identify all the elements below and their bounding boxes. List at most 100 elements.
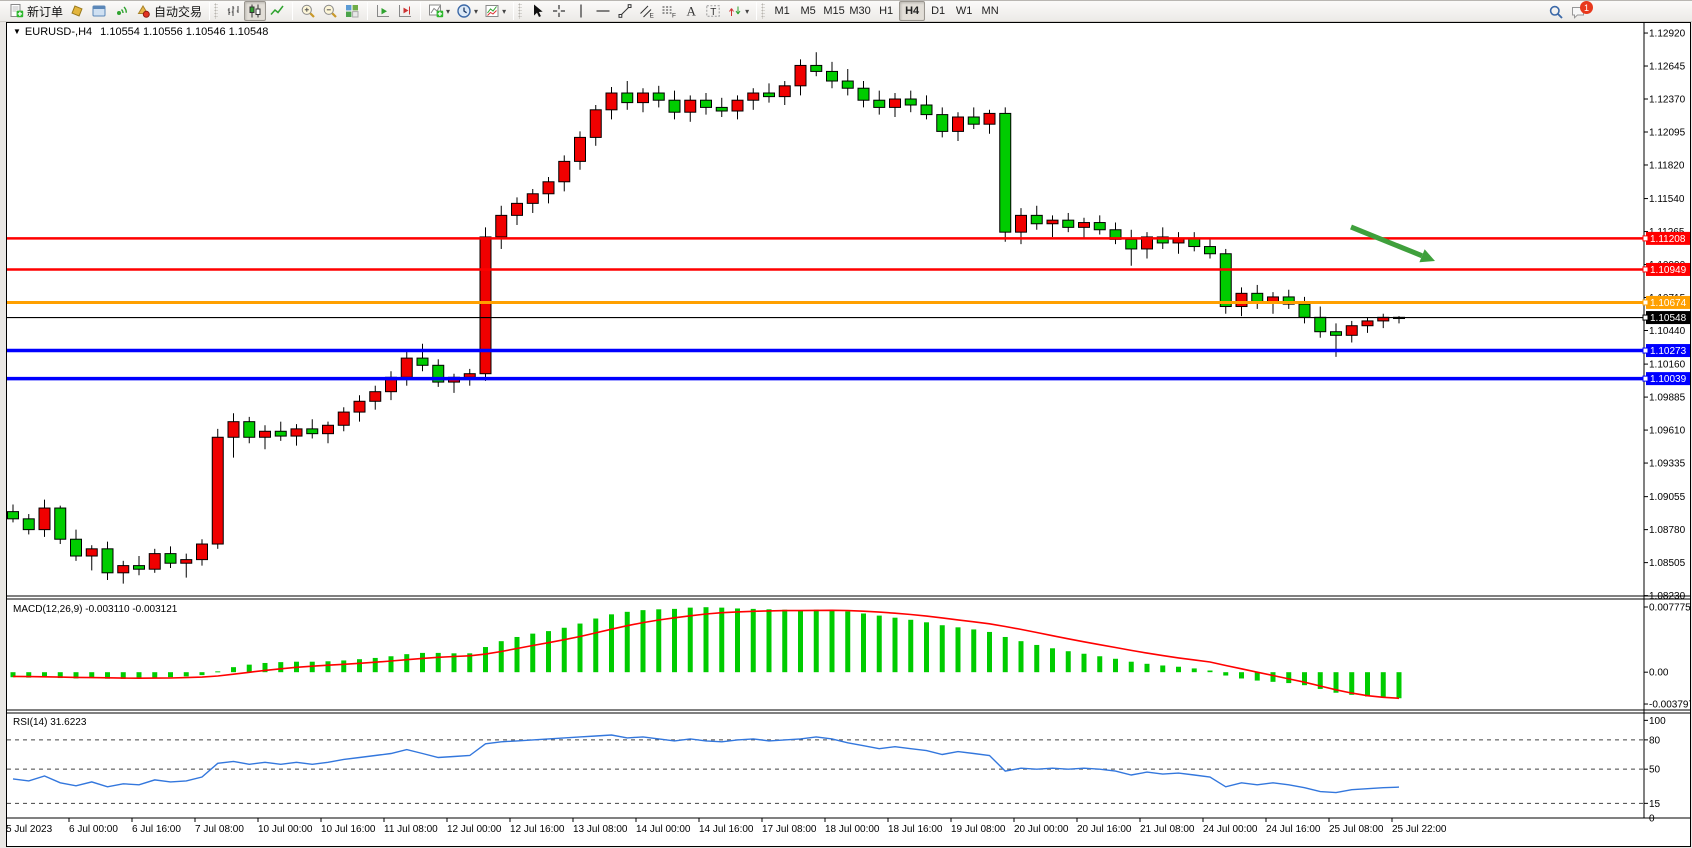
candle xyxy=(323,425,334,433)
toolbar-drag-handle[interactable] xyxy=(518,3,522,19)
horizontal-line-button[interactable] xyxy=(592,1,614,21)
toolbar-group-drawing: EFAT ▾ xyxy=(524,0,754,22)
candle xyxy=(401,358,412,377)
dropdown-caret-icon[interactable]: ▾ xyxy=(502,7,506,16)
candle xyxy=(811,65,822,71)
axis-tick-label: 0.007775 xyxy=(1649,603,1690,614)
toolbar-group-scroll xyxy=(370,0,418,22)
timeframe-d1[interactable]: D1 xyxy=(925,1,951,21)
text-label-button[interactable]: T xyxy=(702,1,724,21)
text-button[interactable]: A xyxy=(680,1,702,21)
candle xyxy=(165,554,176,564)
candle xyxy=(480,237,491,374)
candle xyxy=(102,549,113,573)
timeframe-w1[interactable]: W1 xyxy=(951,1,977,21)
candle xyxy=(1016,215,1027,232)
svg-text:1.11208: 1.11208 xyxy=(1650,234,1686,245)
candle xyxy=(685,100,696,112)
auto-scroll-button[interactable] xyxy=(372,1,394,21)
toolbar-drag-handle[interactable] xyxy=(214,3,218,19)
trendline-button[interactable] xyxy=(614,1,636,21)
candle xyxy=(260,431,271,437)
notifications-button[interactable]: 1 xyxy=(1567,2,1589,22)
candle xyxy=(638,93,649,103)
price-line-flag: 1.10548 xyxy=(1643,311,1690,324)
axis-tick-label: 50 xyxy=(1649,765,1661,776)
toolbar-separator xyxy=(756,2,757,20)
timeframe-m30[interactable]: M30 xyxy=(847,1,873,21)
date-label: 14 Jul 00:00 xyxy=(636,824,691,835)
bar-chart-button[interactable] xyxy=(222,1,244,21)
timeframe-m15[interactable]: M15 xyxy=(821,1,847,21)
indicators-button[interactable]: ▾ xyxy=(425,1,453,21)
axis-tick-label: 80 xyxy=(1649,735,1661,746)
toolbar-separator xyxy=(209,2,210,20)
timeframe-m1[interactable]: M1 xyxy=(769,1,795,21)
axis-tick-label: 1.12645 xyxy=(1649,62,1686,73)
arrows-button[interactable]: ▾ xyxy=(724,1,752,21)
price-line-flag: 1.10039 xyxy=(1643,372,1690,385)
dropdown-caret-icon[interactable]: ▾ xyxy=(745,7,749,16)
date-label: 25 Jul 22:00 xyxy=(1392,824,1447,835)
date-label: 18 Jul 00:00 xyxy=(825,824,880,835)
candle xyxy=(716,107,727,111)
fibonacci-button[interactable]: F xyxy=(658,1,680,21)
candle xyxy=(890,99,901,107)
timeframe-h1[interactable]: H1 xyxy=(873,1,899,21)
search-button[interactable] xyxy=(1545,2,1567,22)
date-label: 14 Jul 16:00 xyxy=(699,824,754,835)
candle xyxy=(1000,113,1011,232)
candle xyxy=(1236,293,1247,306)
text-icon: A xyxy=(683,3,699,19)
horizontal-lines[interactable] xyxy=(7,238,1644,378)
timeframe-mn[interactable]: MN xyxy=(977,1,1003,21)
timeframe-h4[interactable]: H4 xyxy=(899,1,925,21)
candle xyxy=(953,117,964,131)
date-label: 19 Jul 08:00 xyxy=(951,824,1006,835)
candle xyxy=(606,93,617,110)
zoom-in-icon xyxy=(300,3,316,19)
tile-windows-button[interactable] xyxy=(341,1,363,21)
templates-button[interactable]: ▾ xyxy=(481,1,509,21)
candle xyxy=(842,81,853,88)
candle xyxy=(354,401,365,412)
new-order-button[interactable]: 新订单 xyxy=(5,1,66,21)
trend-arrow-annotation[interactable] xyxy=(1351,227,1435,262)
zoom-out-button[interactable] xyxy=(319,1,341,21)
vertical-line-button[interactable] xyxy=(570,1,592,21)
candle xyxy=(1079,223,1090,228)
toolbar-drag-handle[interactable] xyxy=(761,3,765,19)
navigator-button[interactable] xyxy=(88,1,110,21)
date-label: 6 Jul 16:00 xyxy=(132,824,181,835)
auto-scroll-icon xyxy=(375,3,391,19)
svg-text:E: E xyxy=(650,13,655,20)
periods-button[interactable]: ▾ xyxy=(453,1,481,21)
axis-tick-label: 15 xyxy=(1649,799,1661,810)
chart-area[interactable]: 1.129201.126451.123701.120951.118201.115… xyxy=(7,23,1690,846)
axis-tick-label: 1.09610 xyxy=(1649,426,1686,437)
date-label: 20 Jul 00:00 xyxy=(1014,824,1069,835)
signals-button[interactable] xyxy=(110,1,132,21)
candle xyxy=(291,429,302,436)
timeframe-m5[interactable]: M5 xyxy=(795,1,821,21)
zoom-in-button[interactable] xyxy=(297,1,319,21)
cursor-button[interactable] xyxy=(526,1,548,21)
date-label: 10 Jul 00:00 xyxy=(258,824,313,835)
candle xyxy=(559,161,570,181)
autotrading-button[interactable]: 自动交易 xyxy=(132,1,205,21)
candlestick-chart-button[interactable] xyxy=(244,1,266,21)
toolbar-group-timeframes: M1M5M15M30H1H4D1W1MN xyxy=(767,0,1005,22)
chart-shift-button[interactable] xyxy=(394,1,416,21)
candle xyxy=(527,194,538,204)
axis-tick-label: 1.12370 xyxy=(1649,95,1686,106)
equidistant-channel-button[interactable]: E xyxy=(636,1,658,21)
dropdown-caret-icon[interactable]: ▾ xyxy=(446,7,450,16)
dropdown-caret-icon[interactable]: ▾ xyxy=(474,7,478,16)
chart-window[interactable]: 1.129201.126451.123701.120951.118201.115… xyxy=(6,22,1691,847)
crosshair-button[interactable] xyxy=(548,1,570,21)
candle xyxy=(779,86,790,97)
line-chart-button[interactable] xyxy=(266,1,288,21)
market-watch-button[interactable] xyxy=(66,1,88,21)
price-line-flag: 1.10674 xyxy=(1643,296,1690,309)
candle xyxy=(1220,254,1231,307)
